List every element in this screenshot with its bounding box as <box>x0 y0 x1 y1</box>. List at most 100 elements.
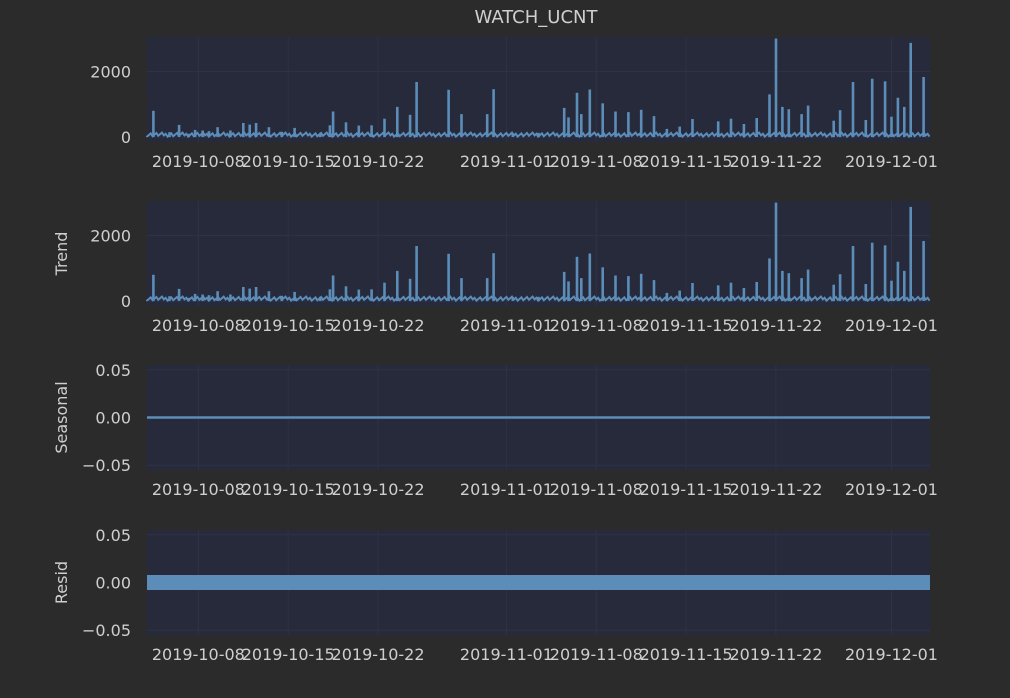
x-tick-label: 2019-10-22 <box>332 316 425 335</box>
series-spike <box>319 132 322 138</box>
x-tick-label: 2019-11-08 <box>550 645 643 664</box>
resid-points <box>147 575 930 590</box>
y-tick-label: 2000 <box>90 62 131 81</box>
x-tick-label: 2019-10-22 <box>332 645 425 664</box>
y-axis-label: Trend <box>52 232 71 277</box>
series-spike <box>832 284 835 302</box>
series-spike <box>293 127 296 138</box>
series-spike <box>248 288 251 302</box>
series-spike <box>575 256 579 302</box>
series-spike <box>187 297 190 302</box>
x-tick-label: 2019-10-22 <box>332 152 425 171</box>
x-tick-label: 2019-11-15 <box>640 152 733 171</box>
series-spike <box>492 89 495 138</box>
series-spike <box>460 278 463 302</box>
y-tick-label: −0.05 <box>82 456 131 475</box>
series-spike <box>229 294 232 302</box>
series-spike <box>575 92 579 138</box>
series-spike <box>267 291 271 301</box>
series-spike <box>511 297 515 301</box>
series-spike <box>319 296 322 302</box>
series-spike <box>580 278 583 302</box>
series-spike <box>485 278 489 302</box>
series-spike <box>396 106 399 138</box>
x-tick-label: 2019-11-15 <box>640 480 733 499</box>
series-spike <box>193 293 197 302</box>
series-spike <box>742 288 746 302</box>
series-spike <box>755 118 758 137</box>
x-tick-label: 2019-12-01 <box>845 645 938 664</box>
y-tick-label: 0 <box>121 292 131 311</box>
series-spike <box>864 284 868 302</box>
series-spike <box>691 283 694 301</box>
x-tick-label: 2019-11-01 <box>460 152 553 171</box>
series-spike <box>331 111 335 138</box>
series-spike <box>716 121 720 138</box>
series-spike <box>781 270 784 302</box>
series-spike <box>344 286 348 302</box>
series-spike <box>838 110 842 138</box>
x-tick-label: 2019-10-15 <box>242 480 335 499</box>
series-spike <box>370 289 373 302</box>
series-spike <box>460 114 463 138</box>
series-spike <box>614 275 617 302</box>
series-spike <box>652 280 656 302</box>
series-spike <box>781 106 784 138</box>
series-spike <box>207 295 211 302</box>
series-spike <box>896 261 900 302</box>
x-tick-label: 2019-11-01 <box>460 316 553 335</box>
series-spike <box>447 253 450 302</box>
series-spike <box>601 103 604 138</box>
series-spike <box>248 124 251 138</box>
series-spike <box>383 282 386 302</box>
series-spike <box>254 287 258 302</box>
series-spike <box>201 294 204 302</box>
series-spike <box>678 290 681 302</box>
series-spike <box>800 114 803 138</box>
series-spike <box>890 280 893 301</box>
x-tick-label: 2019-10-15 <box>242 316 335 335</box>
series-spike <box>729 118 733 138</box>
series-spike <box>903 106 906 138</box>
series-spike <box>177 124 181 137</box>
series-spike <box>216 127 219 137</box>
series-spike <box>903 270 906 302</box>
x-tick-label: 2019-11-22 <box>729 480 822 499</box>
x-tick-label: 2019-11-08 <box>550 480 643 499</box>
series-spike <box>851 82 855 138</box>
series-spike <box>293 291 296 302</box>
series-spike <box>201 130 204 138</box>
series-spike <box>729 282 733 302</box>
series-spike <box>280 295 284 302</box>
x-tick-label: 2019-11-01 <box>460 480 553 499</box>
series-spike <box>357 125 361 138</box>
x-tick-label: 2019-11-15 <box>640 316 733 335</box>
series-spike <box>562 271 566 302</box>
x-tick-label: 2019-11-08 <box>550 152 643 171</box>
series-spike <box>614 111 617 138</box>
series-spike <box>280 131 284 138</box>
x-tick-label: 2019-10-08 <box>152 152 245 171</box>
series-spike <box>408 278 412 302</box>
y-tick-label: 0.00 <box>95 574 131 593</box>
y-axis-label: Seasonal <box>52 381 71 453</box>
series-spike <box>665 292 669 302</box>
series-spike <box>537 296 540 302</box>
series-spike <box>774 202 778 301</box>
series-spike <box>922 241 925 301</box>
series-spike <box>768 94 771 138</box>
series-spike <box>800 278 803 302</box>
figure: WATCH_UCNT 0 2000 2019-10-08 2019-10-15 2019… <box>0 0 1010 694</box>
series-spike <box>254 123 258 138</box>
series-spike <box>909 42 912 138</box>
series-spike <box>755 282 758 301</box>
series-spike <box>883 245 887 302</box>
series-spike <box>627 276 630 301</box>
series-spike <box>383 118 386 138</box>
series-spike <box>331 275 335 302</box>
series-spike <box>909 206 912 302</box>
series-spike <box>678 126 681 138</box>
series-spike <box>242 287 245 302</box>
series-spike <box>838 274 842 302</box>
series-spike <box>567 281 570 302</box>
